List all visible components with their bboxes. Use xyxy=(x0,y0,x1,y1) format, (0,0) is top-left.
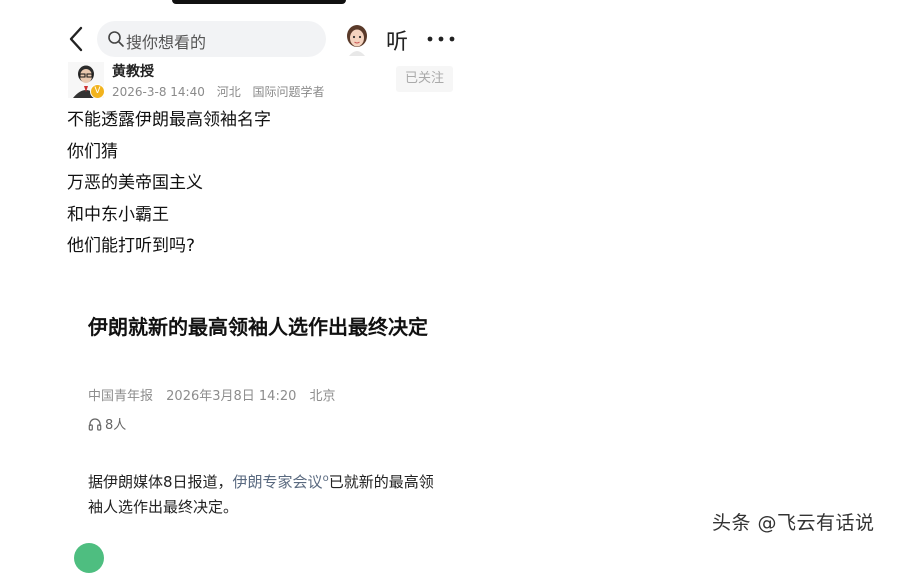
article-meta: 中国青年报 2026年3月8日 14:20 北京 xyxy=(88,385,345,404)
post-line: 万恶的美帝国主义 xyxy=(67,173,203,193)
headphones-icon xyxy=(88,418,102,431)
author-tagline: 国际问题学者 xyxy=(252,85,325,99)
search-placeholder: 搜你想看的 xyxy=(126,33,207,52)
post-date: 2026-3-8 14:40 xyxy=(112,85,205,99)
article-title[interactable]: 伊朗就新的最高领袖人选作出最终决定 xyxy=(88,312,433,343)
article-datetime: 2026年3月8日 14:20 xyxy=(166,389,297,404)
search-icon xyxy=(108,31,124,47)
listener-count-text: 8人 xyxy=(105,418,127,433)
post-line: 他们能打听到吗? xyxy=(67,236,196,256)
green-avatar xyxy=(74,543,104,573)
more-options-icon[interactable] xyxy=(427,36,455,42)
verified-badge-icon: V xyxy=(90,84,105,99)
body-prefix: 据伊朗媒体8日报道， xyxy=(88,473,233,491)
follow-button[interactable]: 已关注 xyxy=(396,66,453,92)
assistant-avatar-icon[interactable] xyxy=(341,22,373,56)
post-content: 不能透露伊朗最高领袖名字 你们猜 万恶的美帝国主义 和中东小霸王 他们能打听到吗… xyxy=(67,107,271,265)
author-name[interactable]: 黄教授 xyxy=(112,61,154,81)
article-body: 据伊朗媒体8日报道，伊朗专家会议o已就新的最高领袖人选作出最终决定。 xyxy=(88,466,443,520)
author-meta: 2026-3-8 14:40 河北 国际问题学者 xyxy=(112,83,333,100)
listener-count: 8人 xyxy=(88,414,126,433)
post-line: 和中东小霸王 xyxy=(67,204,169,225)
back-arrow-icon[interactable] xyxy=(64,24,90,54)
expert-assembly-link[interactable]: 伊朗专家会议 xyxy=(233,473,323,491)
watermark: 头条 @飞云有话说 xyxy=(712,512,875,534)
post-location: 河北 xyxy=(216,85,241,99)
post-line: 你们猜 xyxy=(67,141,118,162)
post-line: 不能透露伊朗最高领袖名字 xyxy=(67,110,271,130)
article-source[interactable]: 中国青年报 xyxy=(88,389,153,404)
status-notch xyxy=(172,0,346,4)
search-bar[interactable]: 搜你想看的 xyxy=(97,21,326,57)
article-location: 北京 xyxy=(309,389,336,404)
listen-button[interactable]: 听 xyxy=(386,24,408,56)
